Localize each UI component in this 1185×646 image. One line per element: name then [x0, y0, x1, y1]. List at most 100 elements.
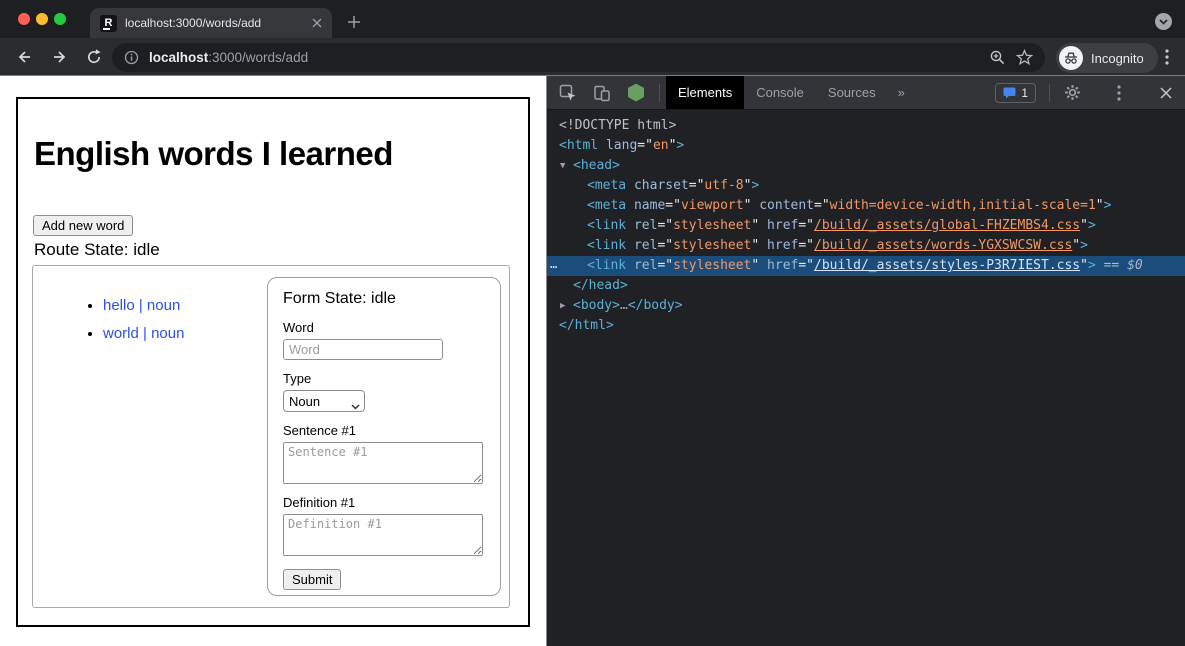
dom-tree-node[interactable]: <html lang="en">	[547, 136, 1185, 156]
code-token: rel	[634, 258, 657, 273]
bookmark-star-icon[interactable]	[1016, 49, 1033, 66]
code-token: lang	[606, 138, 637, 153]
dom-tree-node[interactable]: <link rel="stylesheet" href="/build/_ass…	[547, 256, 1185, 276]
submit-button[interactable]: Submit	[283, 569, 341, 590]
code-token: viewport	[681, 198, 744, 213]
close-window-button[interactable]	[18, 13, 30, 25]
site-info-icon[interactable]	[124, 50, 139, 65]
tab-sources[interactable]: Sources	[816, 76, 888, 109]
definition-textarea[interactable]	[283, 514, 483, 556]
word-label: Word	[283, 320, 485, 335]
minimize-window-button[interactable]	[36, 13, 48, 25]
sentence-textarea[interactable]	[283, 442, 483, 484]
more-tabs-icon[interactable]: »	[888, 85, 915, 100]
word-list: hello | noun world | noun	[85, 297, 184, 353]
code-token: >	[751, 178, 759, 193]
incognito-label: Incognito	[1091, 51, 1144, 66]
url-bar[interactable]: localhost:3000/words/add	[112, 43, 1045, 72]
code-token: <meta	[587, 198, 626, 213]
inspect-element-icon[interactable]	[559, 84, 577, 102]
add-new-word-button[interactable]: Add new word	[33, 215, 133, 236]
issues-bubble-icon	[1003, 87, 1016, 99]
code-token: <html	[559, 138, 598, 153]
dom-tree-node[interactable]: <link rel="stylesheet" href="/build/_ass…	[547, 236, 1185, 256]
maximize-window-button[interactable]	[54, 13, 66, 25]
settings-gear-icon[interactable]	[1063, 84, 1081, 102]
new-tab-button[interactable]	[344, 12, 364, 32]
tab-close-icon[interactable]	[312, 18, 322, 28]
code-token	[1096, 258, 1104, 273]
page-content: English words I learned Add new word Rou…	[0, 76, 546, 646]
devtools-menu-icon[interactable]	[1110, 84, 1128, 102]
code-token: …	[620, 298, 628, 313]
code-token: ="	[798, 238, 814, 253]
list-item: hello | noun	[103, 297, 184, 314]
word-link[interactable]: hello | noun	[103, 297, 180, 314]
stylesheet-link[interactable]: /build/_assets/styles-P3R7IEST.css	[814, 258, 1080, 273]
code-token: ="	[637, 138, 653, 153]
definition-label: Definition #1	[283, 495, 485, 510]
code-token	[626, 238, 634, 253]
dom-tree-node[interactable]: </html>	[547, 316, 1185, 336]
browser-menu-icon[interactable]	[1157, 47, 1177, 67]
code-token: <link	[587, 238, 626, 253]
code-token: "	[1072, 238, 1080, 253]
code-token: ▼	[560, 156, 573, 176]
dom-tree-node[interactable]: ▼<head>	[547, 156, 1185, 176]
url-text: localhost:3000/words/add	[149, 49, 308, 67]
browser-tab[interactable]: R localhost:3000/words/add	[90, 8, 332, 38]
node-extension-icon[interactable]	[627, 84, 645, 102]
back-icon[interactable]	[14, 47, 34, 67]
code-token: <body>	[573, 298, 620, 313]
reload-icon[interactable]	[84, 47, 104, 67]
dom-tree: <!DOCTYPE html><html lang="en">▼<head><m…	[547, 110, 1185, 336]
zoom-icon[interactable]	[989, 49, 1006, 66]
code-token	[759, 218, 767, 233]
browser-window: R localhost:3000/words/add	[0, 0, 1185, 646]
word-input[interactable]	[283, 339, 443, 360]
code-token: >	[676, 138, 684, 153]
tab-elements[interactable]: Elements	[666, 76, 744, 109]
code-token: == $0	[1104, 258, 1143, 273]
issues-counter[interactable]: 1	[995, 83, 1036, 103]
code-token: "	[1080, 258, 1088, 273]
stylesheet-link[interactable]: /build/_assets/global-FHZEMBS4.css	[814, 218, 1080, 233]
devtools-close-icon[interactable]	[1157, 84, 1175, 102]
devtools-panel: Elements Console Sources » 1	[546, 76, 1185, 646]
code-token: <link	[587, 218, 626, 233]
type-select[interactable]: Noun	[283, 390, 365, 412]
dom-tree-node[interactable]: ▶<body>…</body>	[547, 296, 1185, 316]
code-token: <!DOCTYPE html>	[559, 118, 676, 133]
code-token: stylesheet	[673, 238, 751, 253]
code-token: </head>	[573, 278, 628, 293]
words-panel: hello | noun world | noun Form State: id…	[32, 265, 510, 608]
code-token: <meta	[587, 178, 626, 193]
devtools-toolbar: Elements Console Sources » 1	[547, 76, 1185, 110]
tab-search-chevron-icon[interactable]	[1155, 13, 1172, 30]
device-toolbar-icon[interactable]	[593, 84, 611, 102]
list-item: world | noun	[103, 325, 184, 342]
incognito-icon	[1059, 46, 1083, 70]
code-token	[598, 138, 606, 153]
stylesheet-link[interactable]: /build/_assets/words-YGXSWCSW.css	[814, 238, 1072, 253]
sentence-label: Sentence #1	[283, 423, 485, 438]
code-token: ="	[657, 218, 673, 233]
route-state-text: Route State: idle	[34, 240, 160, 260]
tab-console[interactable]: Console	[744, 76, 816, 109]
dom-tree-node[interactable]: <meta charset="utf-8">	[547, 176, 1185, 196]
code-token	[626, 218, 634, 233]
code-token: "	[1080, 218, 1088, 233]
dom-tree-node[interactable]: <!DOCTYPE html>	[547, 116, 1185, 136]
code-token: ="	[657, 258, 673, 273]
dom-tree-node[interactable]: </head>	[547, 276, 1185, 296]
word-link[interactable]: world | noun	[103, 325, 184, 342]
selected-node-menu-icon[interactable]: …	[550, 254, 558, 274]
forward-icon[interactable]	[50, 47, 70, 67]
code-token: ▶	[560, 296, 573, 316]
dom-tree-node[interactable]: <meta name="viewport" content="width=dev…	[547, 196, 1185, 216]
incognito-badge: Incognito	[1056, 43, 1158, 73]
code-token: rel	[634, 238, 657, 253]
dom-tree-node[interactable]: <link rel="stylesheet" href="/build/_ass…	[547, 216, 1185, 236]
titlebar: R localhost:3000/words/add	[0, 0, 1185, 38]
code-token: >	[1088, 258, 1096, 273]
